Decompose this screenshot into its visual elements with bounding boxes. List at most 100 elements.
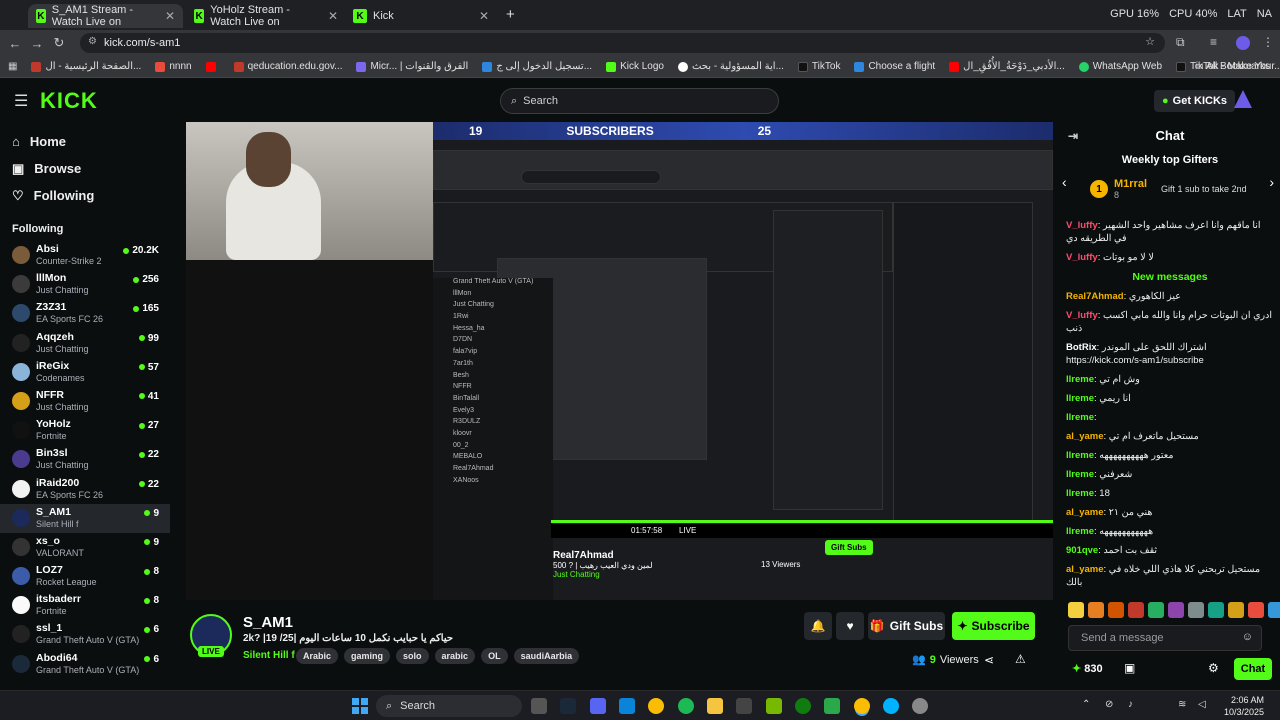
extensions-icon[interactable]: ⧉ [1176,35,1185,50]
spotify-icon[interactable] [678,698,694,714]
emote-icon[interactable] [1088,602,1104,618]
stream-category[interactable]: Silent Hill f [243,650,295,661]
chat-username[interactable]: llreme [1066,526,1094,537]
browser-tab[interactable]: K S_AM1 Stream - Watch Live on ✕ [28,4,183,28]
nav-following[interactable]: ♡ Following [0,182,170,209]
windows-start-icon[interactable] [352,698,368,714]
chat-username[interactable]: V_luffy [1066,252,1098,263]
sidebar-channel-s_am1[interactable]: S_AM1 Silent Hill f9 [0,503,170,533]
sidebar-channel-iraid200[interactable]: iRaid200 EA Sports FC 26 22 [0,475,170,504]
bookmark-item[interactable]: اية المسؤولية - بحث... [677,61,784,72]
tray-icon[interactable]: ⊘ [1105,699,1113,710]
profile-avatar[interactable] [1236,36,1250,50]
sidebar-channel-absi[interactable]: Absi Counter-Strike 2 20.2K [0,241,170,270]
emote-icon[interactable] [1208,602,1224,618]
emote-icon[interactable] [1068,602,1084,618]
url-field[interactable]: ⚙ kick.com/s-am1 ☆ [80,33,1165,53]
camera-app-icon[interactable] [531,698,547,714]
video-player[interactable]: 19 SUBSCRIBERS 25 Grand Theft Auto V (GT… [186,122,1053,600]
bookmark-item[interactable]: qeducation.edu.gov... [233,61,342,72]
bookmark-item[interactable]: TikTok [797,61,840,72]
taskbar-search[interactable]: ⌕ Search [376,695,522,717]
chevron-left-icon[interactable]: ‹ [1062,174,1067,190]
bookmark-item[interactable]: الأدبي_دَوْحَةُ_الأُفُقِ_ال... [949,61,1065,72]
chat-username[interactable]: 901qve [1066,545,1098,556]
hamburger-menu-icon[interactable]: ☰ [14,91,28,111]
notification-bell-icon[interactable]: 🔔 [804,612,832,640]
chrome-icon[interactable] [648,698,664,714]
wifi-icon[interactable]: ≋ [1178,699,1186,710]
sidebar-channel-z3z31[interactable]: Z3Z31 EA Sports FC 26 165 [0,299,170,328]
report-icon[interactable]: ⚠ [1015,652,1026,666]
all-bookmarks-button[interactable]: ▭ All Bookmarks [1194,61,1270,72]
emote-icon[interactable] [1128,602,1144,618]
file-explorer-icon[interactable] [707,698,723,714]
sidebar-channel-xs_o[interactable]: xs_o VALORANT 9 [0,533,170,562]
chat-username[interactable]: llreme [1066,450,1094,461]
nvidia-icon[interactable] [766,698,782,714]
browser-tab[interactable]: K YoHolz Stream - Watch Live on ✕ [186,4,346,28]
gift-box-icon[interactable]: ▣ [1124,661,1135,675]
subscribe-button[interactable]: ✦ Subscribe [952,612,1035,640]
channel-name[interactable]: S_AM1 [243,614,293,631]
settings-app-icon[interactable] [912,698,928,714]
emote-icon[interactable] [1248,602,1264,618]
channel-points[interactable]: ✦ 830 [1072,662,1103,675]
sidebar-channel-ssl_1[interactable]: ssl_1 Grand Theft Auto V (GTA) 6 [0,620,170,649]
emote-icon[interactable] [1188,602,1204,618]
app-icon[interactable] [883,698,899,714]
forward-icon[interactable]: → [26,36,48,51]
edge-icon[interactable] [619,698,635,714]
store-icon[interactable] [736,698,752,714]
discord-icon[interactable] [590,698,606,714]
sidebar-channel-aqqzeh[interactable]: Aqqzeh Just Chatting 99 [0,329,170,358]
emote-icon[interactable] [1168,602,1184,618]
chat-username[interactable]: llreme [1066,469,1094,480]
sidebar-channel-loz7[interactable]: LOZ7 Rocket League 8 [0,562,170,591]
get-kicks-button[interactable]: ● Get KICKs [1154,90,1236,112]
stream-tag[interactable]: solo [396,648,429,664]
collapse-chat-icon[interactable]: ⇥ [1068,122,1078,150]
follow-heart-icon[interactable]: ♥ [836,612,864,640]
stream-tag[interactable]: gaming [344,648,391,664]
whatsapp-app-icon[interactable] [824,698,840,714]
send-chat-button[interactable]: Chat [1234,658,1272,680]
volume-icon[interactable]: ◁ [1198,699,1206,710]
user-avatar[interactable] [1234,90,1252,108]
microphone-icon[interactable]: ♪ [1128,699,1133,710]
apps-grid-icon[interactable]: ▦ [8,61,17,72]
chat-username[interactable]: al_yame [1066,507,1104,518]
chat-username[interactable]: llreme [1066,374,1094,385]
chat-username[interactable]: llreme [1066,393,1094,404]
stream-tag[interactable]: Arabic [296,648,339,664]
sidebar-channel-abodi64[interactable]: Abodi64 Grand Theft Auto V (GTA) 6 [0,650,170,679]
queue-icon[interactable]: ≡ [1210,35,1217,49]
search-input[interactable]: ⌕ Search [500,88,779,114]
nav-browse[interactable]: ▣ Browse [0,155,170,182]
emote-icon[interactable] [1268,602,1280,618]
bookmark-star-icon[interactable]: ☆ [1145,35,1155,48]
reload-icon[interactable]: ↻ [48,35,70,51]
chat-username[interactable]: V_luffy [1066,220,1098,231]
browser-tab[interactable]: K Kick ✕ [345,4,497,28]
site-info-icon[interactable]: ⚙ [88,36,97,47]
bookmark-item[interactable]: الصفحة الرئيسية - ال... [31,61,141,72]
chat-username[interactable]: al_yame [1066,564,1104,575]
steam-icon[interactable] [560,698,576,714]
emote-icon[interactable] [1108,602,1124,618]
chat-username[interactable]: V_luffy [1066,310,1098,321]
stream-tag[interactable]: OL [481,648,508,664]
bookmark-item[interactable] [205,61,220,72]
sidebar-channel-lllmon[interactable]: lllMon Just Chatting 256 [0,270,170,299]
close-tab-icon[interactable]: ✕ [165,9,175,23]
bookmark-item[interactable]: تسجيل الدخول إلى ج... [482,61,592,72]
share-icon[interactable]: ⋖ [984,653,994,667]
new-messages-divider[interactable]: New messages [1060,267,1280,287]
top-gifter-entry[interactable]: 1 M1rral 8 Gift 1 sub to take 2nd [1090,178,1247,200]
bookmark-item[interactable]: Choose a flight [854,61,935,72]
bookmark-item[interactable]: nnnn [155,61,192,72]
sidebar-channel-yoholz[interactable]: YoHolz Fortnite 27 [0,416,170,445]
chat-username[interactable]: llreme [1066,488,1094,499]
sidebar-channel-nffr[interactable]: NFFR Just Chatting 41 [0,387,170,416]
tray-chevron-icon[interactable]: ⌃ [1082,699,1090,710]
